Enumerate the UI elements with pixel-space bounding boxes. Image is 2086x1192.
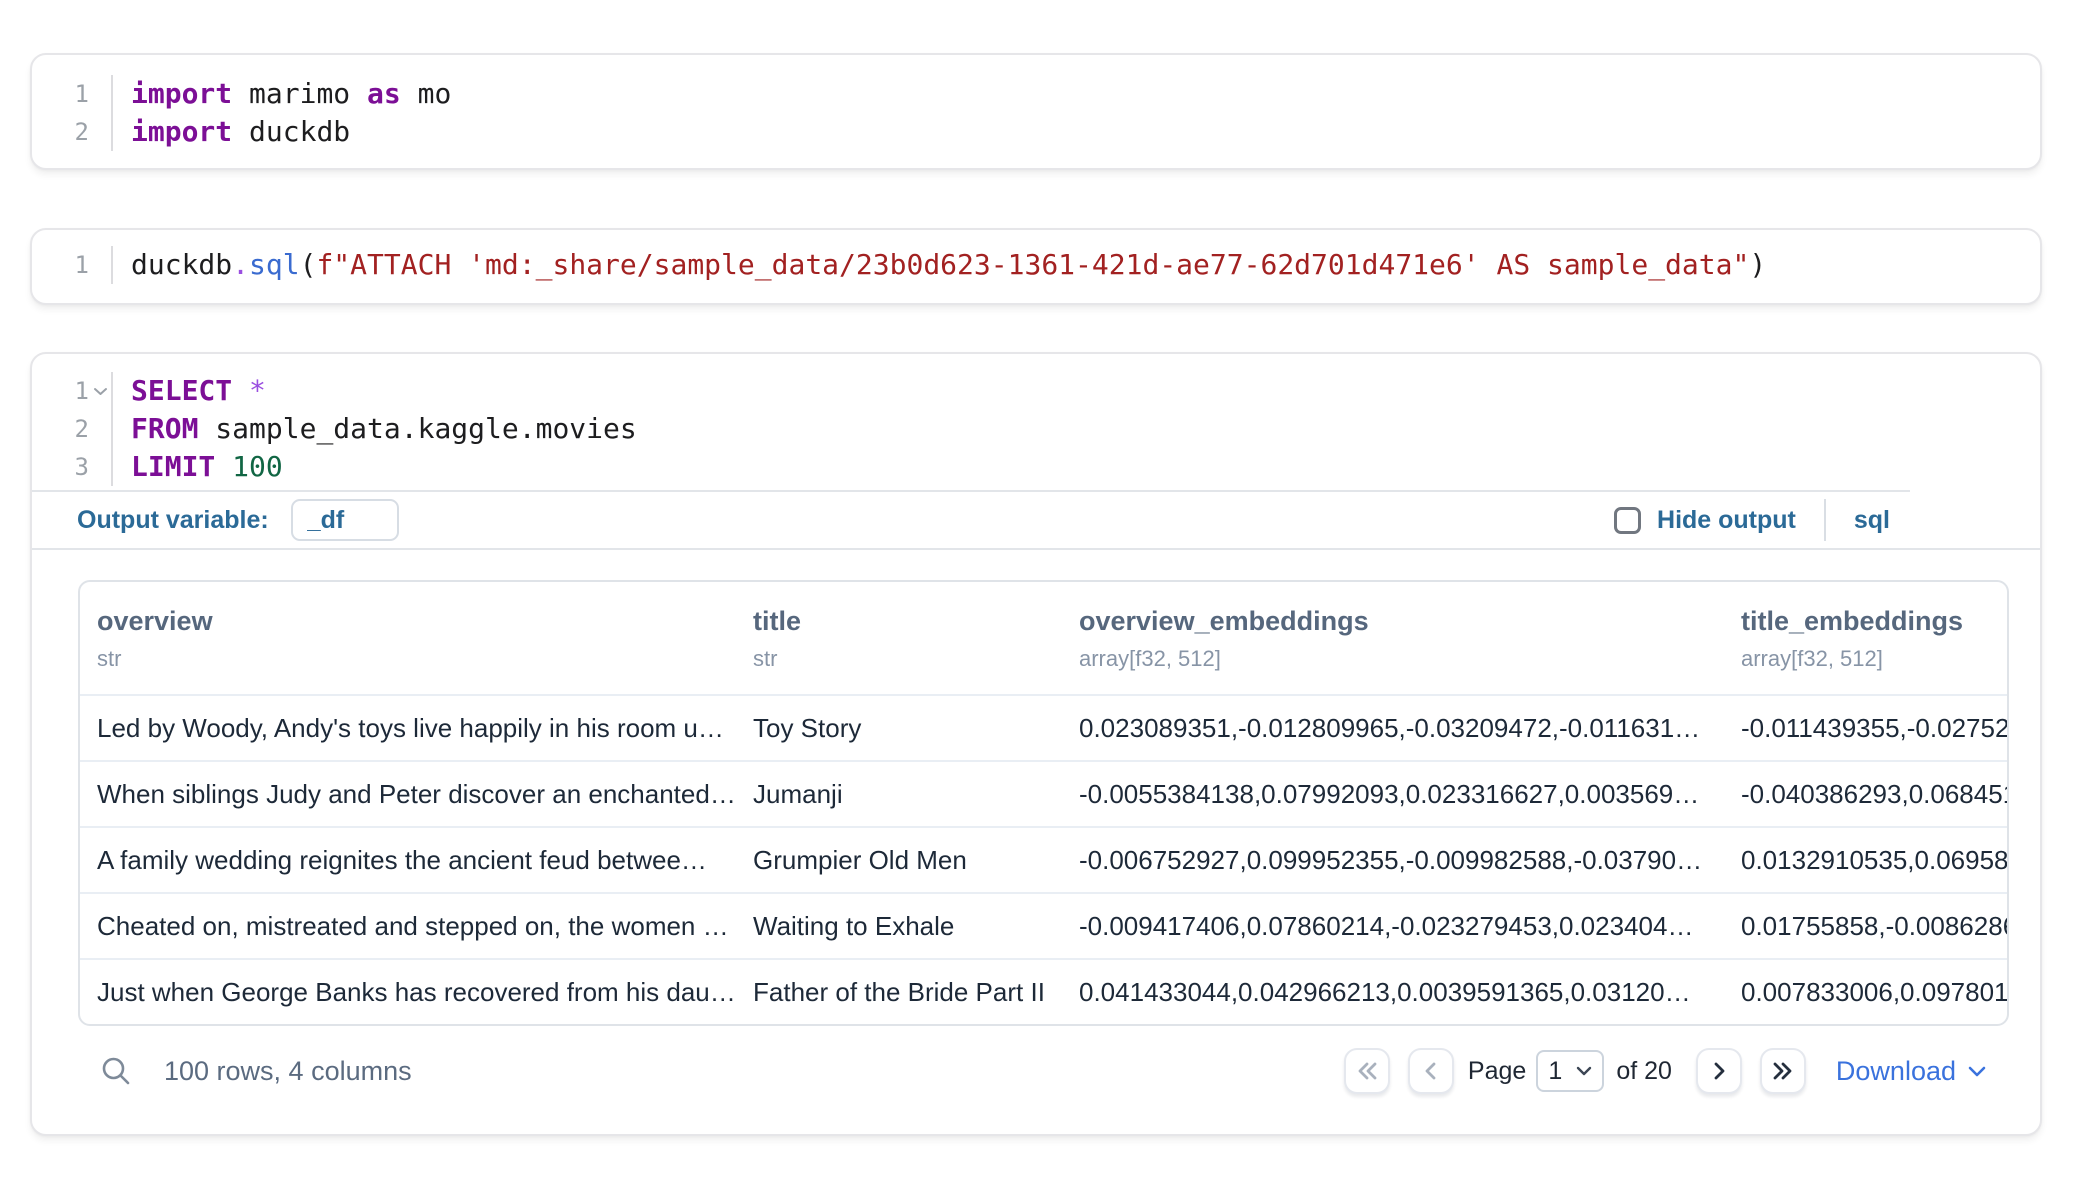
line-number-gutter: 1 <box>32 246 111 284</box>
column-type: str <box>97 646 728 672</box>
table-header-row: overviewstrtitlestroverview_embeddingsar… <box>80 582 2007 694</box>
code-line: duckdb.sql(f"ATTACH 'md:_share/sample_da… <box>131 246 1766 284</box>
line-number: 1 <box>32 75 111 113</box>
table-cell: Toy Story <box>736 713 1062 744</box>
table-cell: -0.009417406,0.07860214,-0.023279453,0.0… <box>1062 911 1724 942</box>
fold-icon[interactable] <box>93 387 108 396</box>
output-variable-input[interactable] <box>291 499 399 541</box>
column-header-title[interactable]: titlestr <box>736 606 1062 672</box>
table-cell: 0.041433044,0.042966213,0.0039591365,0.0… <box>1062 977 1724 1008</box>
line-number: 2 <box>32 410 111 448</box>
table-cell: -0.0055384138,0.07992093,0.023316627,0.0… <box>1062 779 1724 810</box>
code-cell-imports: 12 import marimo as moimport duckdb <box>30 53 2042 170</box>
line-number-gutter: 12 <box>32 75 111 151</box>
sql-cell: 123 SELECT *FROM sample_data.kaggle.movi… <box>30 352 2042 1136</box>
table-cell: Waiting to Exhale <box>736 911 1062 942</box>
dataframe-table: overviewstrtitlestroverview_embeddingsar… <box>78 580 2009 1026</box>
search-icon[interactable] <box>94 1049 138 1093</box>
language-tag[interactable]: sql <box>1854 506 1890 535</box>
table-cell: Father of the Bride Part II <box>736 977 1062 1008</box>
row-count-summary: 100 rows, 4 columns <box>164 1056 412 1087</box>
code-line: FROM sample_data.kaggle.movies <box>131 410 637 448</box>
column-header-title_embeddings[interactable]: title_embeddingsarray[f32, 512] <box>1724 606 2007 672</box>
hide-output-checkbox[interactable] <box>1614 507 1641 534</box>
line-number: 3 <box>32 448 111 486</box>
download-button[interactable]: Download <box>1836 1056 1986 1087</box>
next-page-button[interactable] <box>1696 1048 1742 1094</box>
sql-editor[interactable]: SELECT *FROM sample_data.kaggle.moviesLI… <box>111 372 637 486</box>
table-cell: Led by Woody, Andy's toys live happily i… <box>80 713 736 744</box>
divider <box>1824 499 1826 541</box>
table-cell: -0.040386293,0.0684511 <box>1724 779 2007 810</box>
previous-page-button[interactable] <box>1408 1048 1454 1094</box>
table-cell: Cheated on, mistreated and stepped on, t… <box>80 911 736 942</box>
table-cell: Just when George Banks has recovered fro… <box>80 977 736 1008</box>
code-line: import marimo as mo <box>131 75 451 113</box>
table-footer: 100 rows, 4 columns Page 1 of 2 <box>78 1042 2040 1100</box>
hide-output-label[interactable]: Hide output <box>1657 506 1796 535</box>
code-line: SELECT * <box>131 372 637 410</box>
code-cell-attach: 1 duckdb.sql(f"ATTACH 'md:_share/sample_… <box>30 228 2042 305</box>
line-number: 2 <box>32 113 111 151</box>
table-cell: A family wedding reignites the ancient f… <box>80 845 736 876</box>
page-select-value: 1 <box>1548 1057 1562 1086</box>
column-type: array[f32, 512] <box>1079 646 1716 672</box>
chevron-down-icon <box>1968 1066 1986 1077</box>
table-cell: 0.01755858,-0.00862864 <box>1724 911 2007 942</box>
column-type: str <box>753 646 1054 672</box>
line-number-gutter: 123 <box>32 372 111 486</box>
table-row: A family wedding reignites the ancient f… <box>80 826 2007 892</box>
table-cell: -0.011439355,-0.0275272 <box>1724 713 2007 744</box>
table-cell: 0.023089351,-0.012809965,-0.03209472,-0.… <box>1062 713 1724 744</box>
code-editor[interactable]: duckdb.sql(f"ATTACH 'md:_share/sample_da… <box>111 246 1766 284</box>
table-row: Just when George Banks has recovered fro… <box>80 958 2007 1024</box>
table-row: When siblings Judy and Peter discover an… <box>80 760 2007 826</box>
last-page-button[interactable] <box>1760 1048 1806 1094</box>
code-line: LIMIT 100 <box>131 448 637 486</box>
output-variable-bar: Output variable: Hide output sql <box>32 492 2040 548</box>
page-total-label: of 20 <box>1616 1057 1672 1086</box>
pagination: Page 1 of 20 Download <box>1344 1048 1986 1094</box>
code-editor[interactable]: import marimo as moimport duckdb <box>111 75 451 151</box>
table-cell: Grumpier Old Men <box>736 845 1062 876</box>
column-header-overview[interactable]: overviewstr <box>80 606 736 672</box>
download-label: Download <box>1836 1056 1956 1087</box>
output-variable-label: Output variable: <box>77 506 269 535</box>
table-cell: 0.0132910535,0.069585 <box>1724 845 2007 876</box>
column-type: array[f32, 512] <box>1741 646 1999 672</box>
table-row: Led by Woody, Andy's toys live happily i… <box>80 694 2007 760</box>
code-line: import duckdb <box>131 113 451 151</box>
page-label: Page <box>1468 1057 1526 1086</box>
table-row: Cheated on, mistreated and stepped on, t… <box>80 892 2007 958</box>
line-number: 1 <box>32 372 111 410</box>
chevron-down-icon <box>1576 1066 1592 1076</box>
page-select[interactable]: 1 <box>1536 1050 1604 1092</box>
table-cell: When siblings Judy and Peter discover an… <box>80 779 736 810</box>
line-number: 1 <box>32 246 111 284</box>
table-cell: Jumanji <box>736 779 1062 810</box>
column-header-overview_embeddings[interactable]: overview_embeddingsarray[f32, 512] <box>1062 606 1724 672</box>
table-cell: -0.006752927,0.099952355,-0.009982588,-0… <box>1062 845 1724 876</box>
table-cell: 0.007833006,0.0978013 <box>1724 977 2007 1008</box>
first-page-button[interactable] <box>1344 1048 1390 1094</box>
